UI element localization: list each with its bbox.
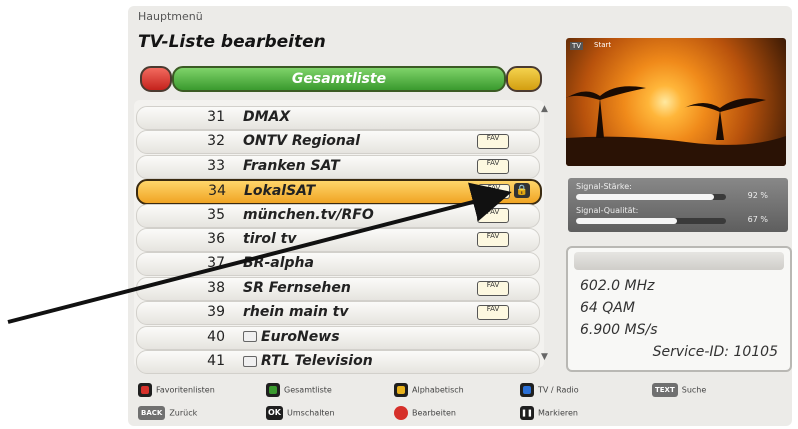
pointer-arrow — [7, 182, 512, 324]
